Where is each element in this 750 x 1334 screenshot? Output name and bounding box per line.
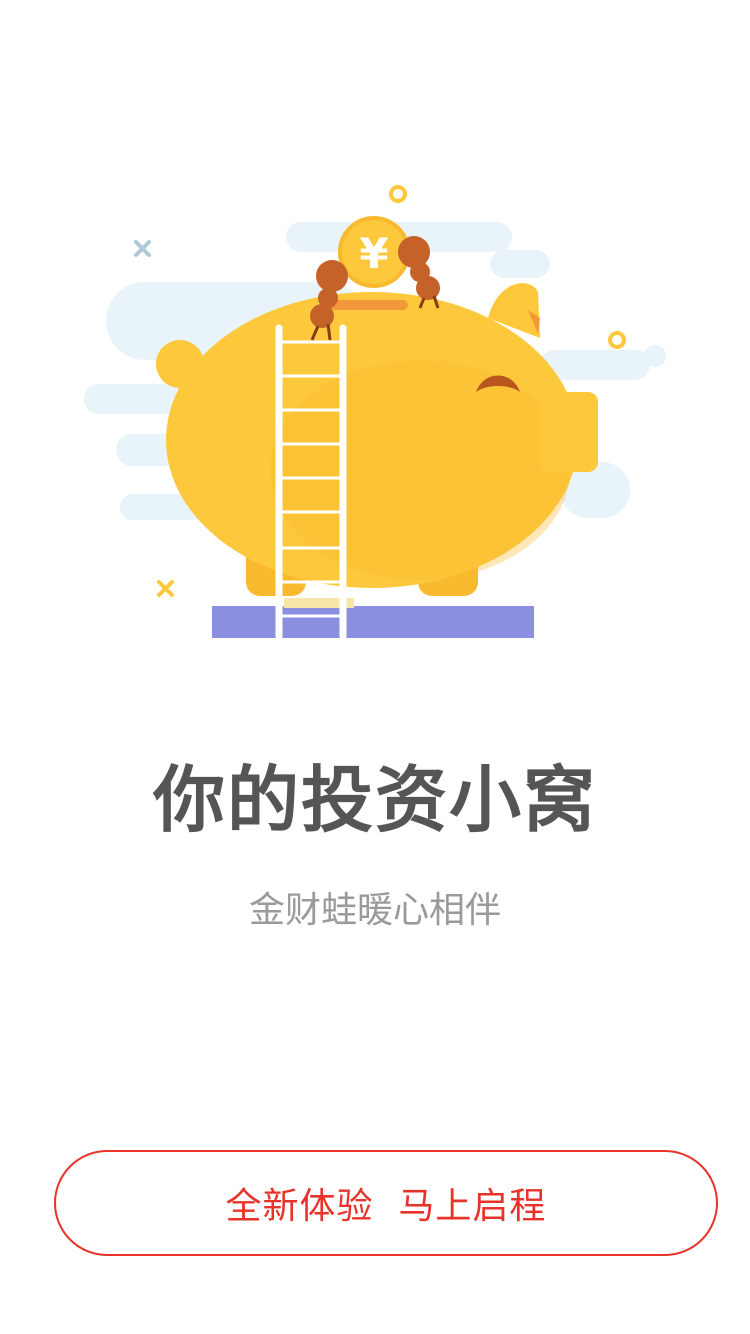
cross-decoration-icon (134, 240, 151, 257)
coin-icon: ¥ (338, 216, 410, 288)
page-subtitle: 金财蛙暖心相伴 (248, 890, 501, 931)
piggy-bank-illustration: ¥ (0, 0, 750, 660)
start-experience-label: 全新体验 马上启程 (225, 1186, 547, 1227)
svg-text:¥: ¥ (359, 229, 388, 278)
pedestal (212, 606, 534, 638)
page-title: 你的投资小窝 (152, 758, 597, 842)
cross-decoration-icon (157, 580, 174, 597)
ring-decoration-icon (608, 331, 626, 349)
start-experience-button[interactable]: 全新体验 马上启程 (54, 1150, 718, 1256)
ring-decoration-icon (389, 185, 407, 203)
